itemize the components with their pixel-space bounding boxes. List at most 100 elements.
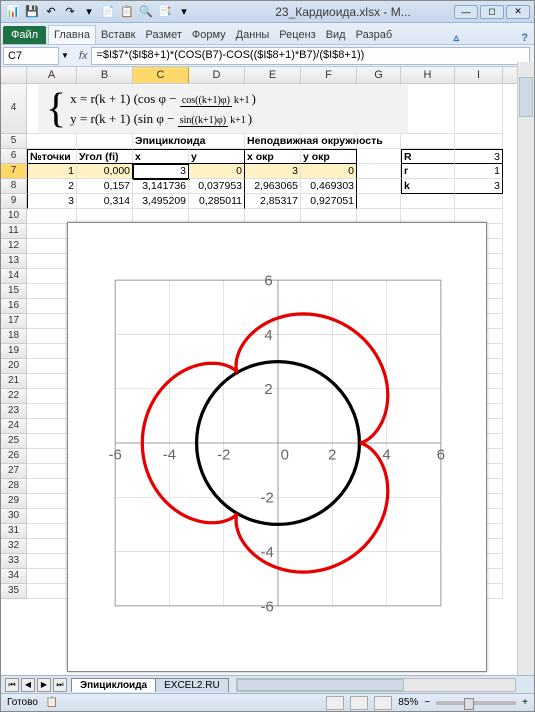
save-icon[interactable]: 💾 bbox=[24, 4, 40, 20]
cell-F9[interactable]: 0,927051 bbox=[301, 194, 357, 209]
col-header-B[interactable]: B bbox=[77, 67, 133, 83]
row-header-25[interactable]: 25 bbox=[1, 434, 27, 449]
cell-H6[interactable]: R bbox=[401, 149, 455, 164]
cell-E7[interactable]: 3 bbox=[245, 164, 301, 179]
col-header-D[interactable]: D bbox=[189, 67, 245, 83]
cell-C8[interactable]: 3,141736 bbox=[133, 179, 189, 194]
cell-I7[interactable]: 1 bbox=[455, 164, 503, 179]
tab-file[interactable]: Файл bbox=[3, 26, 46, 44]
row-header-35[interactable]: 35 bbox=[1, 584, 27, 599]
cell-F5[interactable] bbox=[301, 134, 357, 149]
row-header-8[interactable]: 8 bbox=[1, 179, 27, 194]
col-header-F[interactable]: F bbox=[301, 67, 357, 83]
cell-H5[interactable] bbox=[401, 134, 455, 149]
cell-D7[interactable]: 0 bbox=[189, 164, 245, 179]
col-header-C[interactable]: C bbox=[133, 67, 189, 83]
sheet-nav-last[interactable]: ⏭ bbox=[53, 678, 67, 692]
tab-data[interactable]: Данны bbox=[231, 26, 275, 44]
tab-insert[interactable]: Вставк bbox=[96, 26, 141, 44]
cell-A8[interactable]: 2 bbox=[27, 179, 77, 194]
name-box[interactable] bbox=[3, 47, 59, 65]
cell-G8[interactable] bbox=[357, 179, 401, 194]
redo-icon[interactable]: ↷ bbox=[62, 4, 78, 20]
qat-dropdown-icon[interactable]: ▾ bbox=[81, 4, 97, 20]
chart[interactable]: -6-4-20246 642-2-4-6 bbox=[67, 222, 487, 672]
tab-home[interactable]: Главна bbox=[48, 25, 96, 44]
cell-D6[interactable]: y bbox=[189, 149, 245, 164]
row-header-23[interactable]: 23 bbox=[1, 404, 27, 419]
help-icon[interactable]: ? bbox=[521, 32, 528, 44]
row-header-18[interactable]: 18 bbox=[1, 329, 27, 344]
row-header-31[interactable]: 31 bbox=[1, 524, 27, 539]
view-normal-button[interactable] bbox=[326, 696, 344, 710]
tab-view[interactable]: Вид bbox=[321, 26, 351, 44]
cell-D9[interactable]: 0,285011 bbox=[189, 194, 245, 209]
cell-H8[interactable]: k bbox=[401, 179, 455, 194]
zoom-out-button[interactable]: − bbox=[424, 697, 430, 708]
row-header-20[interactable]: 20 bbox=[1, 359, 27, 374]
cell-B8[interactable]: 0,157 bbox=[77, 179, 133, 194]
row-header-11[interactable]: 11 bbox=[1, 224, 27, 239]
cell-C9[interactable]: 3,495209 bbox=[133, 194, 189, 209]
row-header-10[interactable]: 10 bbox=[1, 209, 27, 224]
close-button[interactable]: ✕ bbox=[506, 5, 530, 19]
namebox-dropdown-icon[interactable]: ▼ bbox=[61, 51, 69, 60]
cell-I4[interactable] bbox=[455, 84, 503, 134]
hscroll-thumb[interactable] bbox=[237, 679, 404, 691]
row-header-9[interactable]: 9 bbox=[1, 194, 27, 209]
row-header-14[interactable]: 14 bbox=[1, 269, 27, 284]
undo-icon[interactable]: ↶ bbox=[43, 4, 59, 20]
cell-F7[interactable]: 0 bbox=[301, 164, 357, 179]
col-header-I[interactable]: I bbox=[455, 67, 503, 83]
row-header-5[interactable]: 5 bbox=[1, 134, 27, 149]
cell-H7[interactable]: r bbox=[401, 164, 455, 179]
col-header-G[interactable]: G bbox=[357, 67, 401, 83]
zoom-slider[interactable] bbox=[436, 701, 516, 705]
ribbon-minimize-icon[interactable]: ▵ bbox=[453, 31, 459, 44]
view-layout-button[interactable] bbox=[350, 696, 368, 710]
cell-G9[interactable] bbox=[357, 194, 401, 209]
horizontal-scrollbar[interactable] bbox=[236, 678, 516, 692]
tab-dev[interactable]: Разраб bbox=[351, 26, 398, 44]
cell-B5[interactable] bbox=[77, 134, 133, 149]
row-header-26[interactable]: 26 bbox=[1, 449, 27, 464]
cell-B6[interactable]: Угол (fi) bbox=[77, 149, 133, 164]
row-header-22[interactable]: 22 bbox=[1, 389, 27, 404]
cell-E8[interactable]: 2,963065 bbox=[245, 179, 301, 194]
qat-icon-3[interactable]: 🔍 bbox=[138, 4, 154, 20]
row-header-4[interactable]: 4 bbox=[1, 84, 27, 134]
sheet-nav-first[interactable]: ⏮ bbox=[5, 678, 19, 692]
cell-B7[interactable]: 0,000 bbox=[77, 164, 133, 179]
minimize-button[interactable]: — bbox=[454, 5, 478, 19]
cell-G5[interactable] bbox=[357, 134, 401, 149]
sheet-tab-epicycloid[interactable]: Эпициклоида bbox=[71, 678, 156, 692]
select-all-corner[interactable] bbox=[1, 67, 27, 83]
row-header-33[interactable]: 33 bbox=[1, 554, 27, 569]
row-header-7[interactable]: 7 bbox=[1, 164, 27, 179]
row-header-12[interactable]: 12 bbox=[1, 239, 27, 254]
qat-icon-1[interactable]: 📄 bbox=[100, 4, 116, 20]
cell-F8[interactable]: 0,469303 bbox=[301, 179, 357, 194]
cell-A6[interactable]: №точки bbox=[27, 149, 77, 164]
row-header-16[interactable]: 16 bbox=[1, 299, 27, 314]
equation-image[interactable]: { x = r(k + 1) (cos φ − cos((k+1)φ)k+1) … bbox=[38, 85, 408, 133]
cell-B9[interactable]: 0,314 bbox=[77, 194, 133, 209]
row-header-21[interactable]: 21 bbox=[1, 374, 27, 389]
row-header-19[interactable]: 19 bbox=[1, 344, 27, 359]
formula-bar[interactable]: =$I$7*($I$8+1)*(COS(B7)-COS(($I$8+1)*B7)… bbox=[91, 47, 530, 65]
cell-H4[interactable] bbox=[401, 84, 455, 134]
cell-I8[interactable]: 3 bbox=[455, 179, 503, 194]
vertical-scrollbar[interactable] bbox=[517, 62, 534, 675]
cell-D8[interactable]: 0,037953 bbox=[189, 179, 245, 194]
col-header-E[interactable]: E bbox=[245, 67, 301, 83]
qat-icon-4[interactable]: 📑 bbox=[157, 4, 173, 20]
excel-icon[interactable]: 📊 bbox=[5, 4, 21, 20]
cell-I5[interactable] bbox=[455, 134, 503, 149]
cell-H9[interactable] bbox=[401, 194, 455, 209]
cell-I9[interactable] bbox=[455, 194, 503, 209]
row-header-13[interactable]: 13 bbox=[1, 254, 27, 269]
fx-label[interactable]: fx bbox=[79, 50, 88, 62]
cell-C7-active[interactable]: 3 bbox=[133, 164, 189, 179]
row-header-34[interactable]: 34 bbox=[1, 569, 27, 584]
sheet-tab-excel2ru[interactable]: EXCEL2.RU bbox=[155, 678, 229, 692]
